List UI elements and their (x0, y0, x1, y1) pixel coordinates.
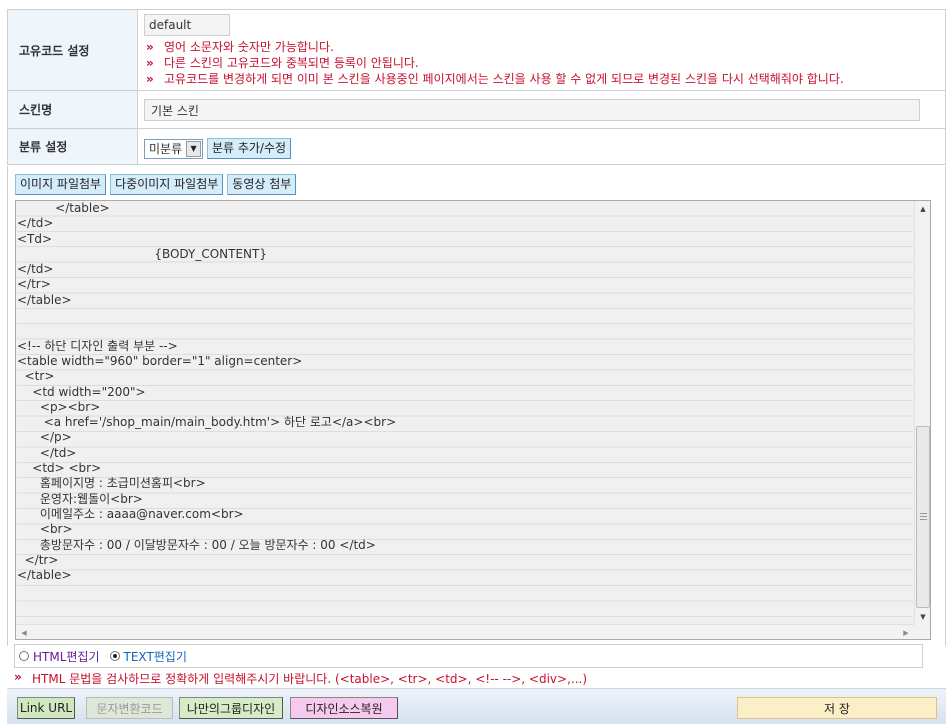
html-mode-label[interactable]: HTML편집기 (33, 648, 100, 665)
code-line[interactable]: 운영자:웹돌이<br> (17, 492, 913, 507)
category-label: 분류 설정 (7, 129, 138, 164)
arrow-icon: » (146, 40, 154, 54)
save-button[interactable]: 저 장 (737, 697, 937, 719)
code-line[interactable]: </td> (17, 216, 913, 231)
unique-code-field-cell: »영어 소문자와 숫자만 가능합니다. »다른 스킨의 고유코드와 중복되면 등… (138, 10, 946, 90)
html-warning-text: HTML 문법을 검사하므로 정확하게 입력해주시기 바랍니다. (<table… (32, 672, 588, 686)
unique-code-row: 고유코드 설정 »영어 소문자와 숫자만 가능합니다. »다른 스킨의 고유코드… (7, 10, 946, 91)
group-design-button[interactable]: 나만의그룹디자인 (179, 697, 283, 719)
horizontal-scrollbar[interactable]: ◀ ▶ (16, 624, 914, 639)
source-code-textarea[interactable]: </table> </td> <Td> {BODY_CONTENT} </td> </t… (15, 200, 931, 640)
category-field-cell: 미분류 ▼ 분류 추가/수정 (138, 129, 946, 164)
category-selected-value: 미분류 (149, 142, 183, 156)
code-line[interactable]: 총방문자수 : 00 / 이달방문자수 : 00 / 오늘 방문자수 : 00 … (17, 538, 913, 553)
scroll-left-icon[interactable]: ◀ (16, 625, 32, 639)
link-url-button[interactable]: Link URL (17, 697, 75, 719)
bottom-action-bar: Link URL 문자변환코드 나만의그룹디자인 디자인소스복원 저 장 (7, 688, 946, 724)
unique-code-input[interactable] (144, 14, 230, 36)
code-line[interactable]: </table> (17, 201, 913, 216)
code-line[interactable] (17, 308, 913, 323)
scroll-right-icon[interactable]: ▶ (898, 625, 914, 639)
skin-name-label: 스킨명 (7, 91, 138, 128)
unique-code-notes: » 영어 소문자와 숫자만 가능합니다. » 다른 스킨의 고유코드와 중복되면 등… (144, 39, 939, 87)
note-item: » 고유코드를 변경하게 되면 이미 본 스킨을 사용중인 페이지에서는 스킨을 … (146, 72, 844, 86)
category-edit-button[interactable]: 분류 추가/수정 (206, 138, 292, 159)
attach-multi-image-button[interactable]: 다중이미지 파일첨부 (110, 174, 224, 195)
dropdown-arrow-icon[interactable]: ▼ (186, 140, 202, 157)
restore-design-button[interactable]: 디자인소스복원 (290, 697, 398, 719)
code-line[interactable]: <table width="960" border="1" align=cent… (17, 354, 913, 369)
code-line[interactable]: </td> (17, 446, 913, 461)
code-line[interactable] (17, 599, 913, 614)
editor-section: 이미지 파일첨부 다중이미지 파일첨부 동영상 첨부 </table> </td>… (7, 166, 946, 646)
code-line[interactable]: 홈페이지명 : 초급미션홈피<br> (17, 476, 913, 491)
code-line[interactable]: <p><br> (17, 400, 913, 415)
scroll-thumb[interactable] (916, 426, 930, 608)
code-line[interactable]: <tr> (17, 369, 913, 384)
attach-image-button[interactable]: 이미지 파일첨부 (15, 174, 107, 195)
text-mode-radio[interactable] (109, 651, 120, 661)
code-lines[interactable]: </table> </td> <Td> {BODY_CONTENT} </td> </t… (17, 201, 913, 626)
code-line[interactable] (17, 583, 913, 598)
code-line[interactable]: </tr> (17, 277, 913, 292)
html-mode-radio[interactable] (19, 651, 29, 661)
category-select[interactable]: 미분류 ▼ (144, 138, 204, 159)
char-convert-button[interactable]: 문자변환코드 (86, 697, 173, 719)
code-line[interactable]: </table> (17, 293, 913, 308)
code-line[interactable]: </td> (17, 262, 913, 277)
code-line[interactable] (17, 323, 913, 338)
code-line[interactable]: </table> (17, 568, 913, 583)
code-line[interactable]: <br> (17, 522, 913, 537)
scroll-down-icon[interactable]: ▼ (915, 609, 930, 625)
code-line[interactable]: 이메일주소 : aaaa@naver.com<br> (17, 507, 913, 522)
code-line[interactable]: </tr> (17, 553, 913, 568)
vertical-scrollbar[interactable]: ▲ ▼ (914, 201, 930, 625)
text-mode-label[interactable]: TEXT편집기 (124, 648, 187, 665)
note-item: » 다른 스킨의 고유코드와 중복되면 등록이 안됩니다. (146, 56, 419, 70)
skin-name-field-cell (138, 91, 946, 128)
code-line[interactable]: <!-- 하단 디자인 출력 부분 --> (17, 339, 913, 354)
arrow-icon: » (146, 56, 154, 70)
attach-toolbar: 이미지 파일첨부 다중이미지 파일첨부 동영상 첨부 (15, 174, 297, 195)
note-item: » 영어 소문자와 숫자만 가능합니다. (146, 40, 334, 54)
scroll-up-icon[interactable]: ▲ (915, 201, 930, 217)
category-row: 분류 설정 미분류 ▼ 분류 추가/수정 (7, 129, 946, 165)
grip-icon (920, 513, 927, 520)
code-line[interactable]: <a href='/shop_main/main_body.htm'> 하단 로… (17, 415, 913, 430)
code-line[interactable]: {BODY_CONTENT} (17, 247, 913, 262)
code-line[interactable]: <td> <br> (17, 461, 913, 476)
skin-settings-form: 고유코드 설정 »영어 소문자와 숫자만 가능합니다. »다른 스킨의 고유코드… (7, 9, 946, 165)
skin-name-input[interactable] (144, 99, 920, 121)
code-line[interactable]: <td width="200"> (17, 385, 913, 400)
arrow-icon: » (146, 72, 154, 86)
editor-mode-bar: HTML편집기 TEXT편집기 (14, 644, 923, 668)
scrollbar-corner (914, 624, 930, 639)
html-warning: » HTML 문법을 검사하므로 정확하게 입력해주시기 바랍니다. (<tab… (14, 670, 587, 687)
unique-code-label: 고유코드 설정 (7, 10, 138, 90)
attach-video-button[interactable]: 동영상 첨부 (227, 174, 297, 195)
skin-name-row: 스킨명 (7, 91, 946, 129)
code-line[interactable]: <Td> (17, 232, 913, 247)
arrow-icon: » (14, 670, 22, 684)
code-line[interactable]: </p> (17, 430, 913, 445)
